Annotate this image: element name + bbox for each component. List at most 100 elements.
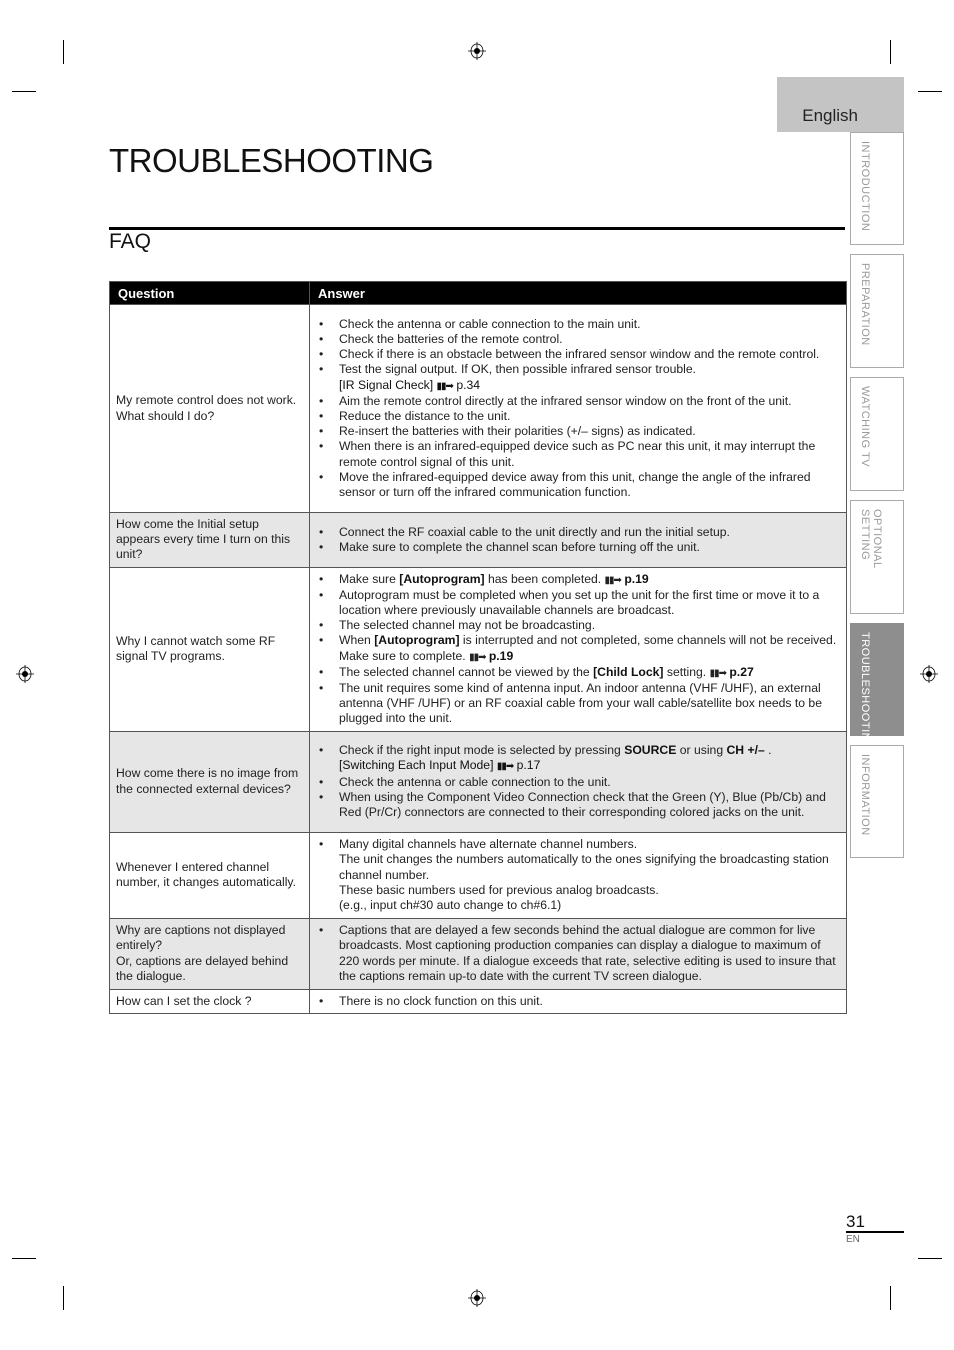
page-ref-arrow-icon: ▮▮➡: [709, 667, 727, 679]
page-number-rule: [846, 1231, 904, 1233]
table-header-row: Question Answer: [109, 281, 847, 305]
title-divider: [109, 227, 845, 230]
answer-text: When there is an infrared-equipped devic…: [339, 439, 816, 469]
side-tab-watching-tv[interactable]: WATCHING TV: [850, 377, 904, 491]
answer-text: The unit requires some kind of antenna i…: [339, 681, 822, 726]
bullet-icon: •: [319, 993, 324, 1008]
language-label: English: [802, 106, 858, 125]
page-reference[interactable]: [Switching Each Input Mode] ▮▮➡ p.17: [339, 758, 840, 774]
answer-item: • There is no clock function on this unit…: [316, 994, 840, 1009]
registration-mark-icon: [16, 665, 34, 683]
side-tab-information[interactable]: INFORMATION: [850, 745, 904, 858]
side-tab-preparation[interactable]: PREPARATION: [850, 254, 904, 368]
question-cell: Whenever I entered channel number, it ch…: [109, 831, 310, 919]
answer-item: • Connect the RF coaxial cable to the uni…: [316, 525, 840, 540]
language-tab: English: [777, 77, 904, 132]
answer-item: • Make sure to complete the channel scan …: [316, 540, 840, 555]
side-tab-label: OPTIONAL SETTING: [859, 509, 883, 569]
question-cell: How can I set the clock ?: [109, 988, 310, 1014]
answer-cell: • Check the antenna or cable connection t…: [309, 304, 847, 513]
button-name: SOURCE: [624, 743, 677, 758]
side-tab-label: WATCHING TV: [859, 386, 871, 468]
bullet-icon: •: [319, 362, 324, 377]
crop-mark: [12, 91, 36, 92]
bullet-icon: •: [319, 789, 324, 804]
crop-mark: [890, 1286, 891, 1310]
answer-text: Make sure to complete the channel scan b…: [339, 539, 700, 554]
answer-item: • Autoprogram must be completed when you …: [316, 588, 840, 618]
answer-item: • When there is an infrared-equipped devi…: [316, 439, 840, 469]
bullet-icon: •: [319, 664, 324, 679]
question-cell: How come there is no image from the conn…: [109, 730, 310, 833]
answer-text: setting.: [663, 664, 707, 679]
answer-item: • Many digital channels have alternate ch…: [316, 837, 840, 913]
answer-text: Re-insert the batteries with their polar…: [339, 424, 696, 439]
page-ref-arrow-icon: ▮▮➡: [436, 380, 454, 392]
bullet-icon: •: [319, 571, 324, 586]
answer-text: Check if there is an obstacle between th…: [339, 347, 820, 362]
answer-text: Check if the right input mode is selecte…: [339, 743, 625, 758]
answer-text: Test the signal output. If OK, then poss…: [339, 362, 697, 377]
column-header-answer: Answer: [309, 281, 847, 305]
question-text: Or, captions are delayed behind the dial…: [116, 953, 289, 983]
table-row: How come the Initial setup appears every…: [109, 512, 847, 568]
crop-mark: [918, 91, 942, 92]
answer-item: • The selected channel may not be broadca…: [316, 618, 840, 633]
question-text: My remote control does not work.: [116, 393, 297, 408]
question-text: Whenever I entered channel number, it ch…: [116, 859, 296, 890]
page-number: 31: [846, 1212, 865, 1231]
answer-text: Autoprogram must be completed when you s…: [339, 587, 820, 618]
bullet-icon: •: [319, 923, 324, 938]
section-title: FAQ: [109, 230, 152, 253]
bullet-icon: •: [319, 587, 324, 602]
bullet-icon: •: [319, 331, 324, 346]
answer-item: • Check if there is an obstacle between t…: [316, 347, 840, 362]
answer-text: has been completed.: [484, 571, 602, 586]
side-tab-optional-setting[interactable]: OPTIONAL SETTING: [850, 500, 904, 614]
registration-mark-icon: [920, 665, 938, 683]
answer-item: • Make sure [Autoprogram] has been comple…: [316, 572, 840, 588]
bullet-icon: •: [319, 837, 324, 852]
side-tab-label: PREPARATION: [859, 263, 871, 346]
question-cell: Why I cannot watch some RF signal TV pro…: [109, 566, 310, 732]
table-row: My remote control does not work. What sh…: [109, 304, 847, 513]
reference-page[interactable]: p.19: [489, 649, 513, 663]
crop-mark: [63, 40, 64, 64]
side-tab-introduction[interactable]: INTRODUCTION: [850, 132, 904, 245]
answer-item: • The unit requires some kind of antenna …: [316, 681, 840, 727]
answer-item: • When [Autoprogram] is interrupted and n…: [316, 633, 840, 664]
reference-label: [IR Signal Check]: [339, 377, 434, 392]
question-text: How come the Initial setup appears every…: [116, 517, 291, 562]
answer-cell: • Connect the RF coaxial cable to the uni…: [309, 512, 847, 568]
answer-text: or using: [676, 743, 727, 758]
table-row: Why I cannot watch some RF signal TV pro…: [109, 566, 847, 732]
bullet-icon: •: [319, 424, 324, 439]
side-tab-label: INFORMATION: [859, 754, 871, 836]
answer-item: • Aim the remote control directly at the …: [316, 394, 840, 409]
page-reference[interactable]: [IR Signal Check] ▮▮➡ p.34: [339, 378, 840, 394]
answer-item: • When using the Component Video Connecti…: [316, 790, 840, 820]
registration-mark-icon: [468, 42, 486, 60]
question-cell: How come the Initial setup appears every…: [109, 512, 310, 568]
question-text: Why are captions not displayed entirely?: [116, 923, 286, 953]
crop-mark: [12, 1258, 36, 1259]
question-text: How can I set the clock ?: [116, 993, 252, 1008]
bullet-icon: •: [319, 743, 324, 758]
answer-item: • Move the infrared-equipped device away …: [316, 470, 840, 500]
side-tab-label: INTRODUCTION: [859, 141, 871, 232]
answer-cell: • Many digital channels have alternate ch…: [309, 831, 847, 919]
bullet-icon: •: [319, 409, 324, 423]
page-title: TROUBLESHOOTING: [109, 142, 434, 179]
answer-text: Connect the RF coaxial cable to the unit…: [339, 524, 730, 539]
answer-text: Many digital channels have alternate cha…: [339, 837, 638, 852]
side-tab-troubleshooting[interactable]: TROUBLESHOOTING: [850, 623, 904, 750]
crop-mark: [890, 40, 891, 64]
answer-text: (e.g., input ch#30 auto change to ch#6.1…: [339, 897, 562, 912]
answer-text: When: [339, 633, 375, 648]
answer-text: Check the batteries of the remote contro…: [339, 331, 563, 346]
table-row: How come there is no image from the conn…: [109, 730, 847, 833]
answer-item: • Check the batteries of the remote contr…: [316, 332, 840, 347]
reference-page[interactable]: p.27: [729, 665, 753, 679]
reference-page[interactable]: p.19: [624, 572, 648, 586]
bullet-icon: •: [319, 774, 324, 789]
